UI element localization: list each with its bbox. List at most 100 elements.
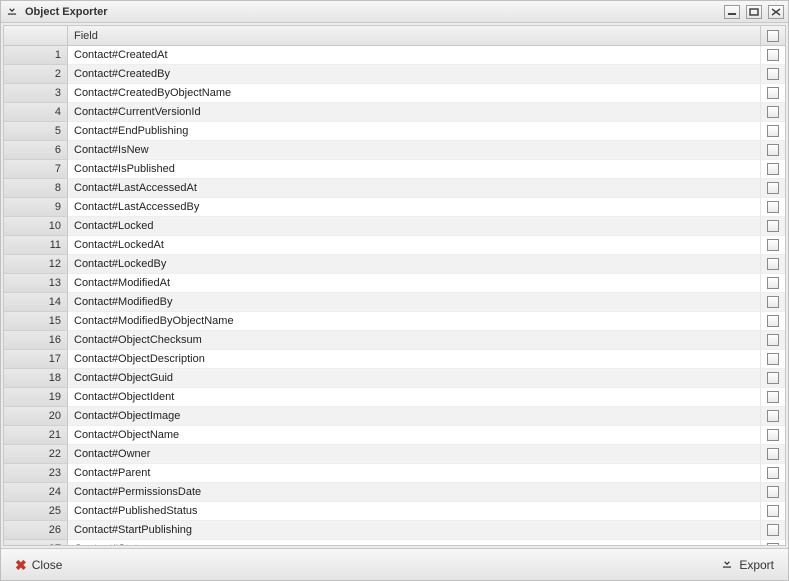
row-checkbox[interactable] xyxy=(767,334,779,346)
row-number-cell[interactable]: 18 xyxy=(4,369,68,388)
field-cell[interactable]: Contact#CreatedAt xyxy=(68,46,761,65)
row-checkbox[interactable] xyxy=(767,106,779,118)
table-row[interactable]: 17Contact#ObjectDescription xyxy=(4,350,785,369)
row-checkbox[interactable] xyxy=(767,201,779,213)
field-cell[interactable]: Contact#CurrentVersionId xyxy=(68,103,761,122)
table-row[interactable]: 7Contact#IsPublished xyxy=(4,160,785,179)
row-checkbox[interactable] xyxy=(767,448,779,460)
row-number-cell[interactable]: 19 xyxy=(4,388,68,407)
table-row[interactable]: 15Contact#ModifiedByObjectName xyxy=(4,312,785,331)
table-row[interactable]: 25Contact#PublishedStatus xyxy=(4,502,785,521)
maximize-button[interactable] xyxy=(746,5,762,19)
field-cell[interactable]: Contact#CreatedBy xyxy=(68,65,761,84)
table-row[interactable]: 26Contact#StartPublishing xyxy=(4,521,785,540)
row-number-cell[interactable]: 21 xyxy=(4,426,68,445)
row-number-cell[interactable]: 1 xyxy=(4,46,68,65)
row-number-cell[interactable]: 16 xyxy=(4,331,68,350)
field-cell[interactable]: Contact#LockedBy xyxy=(68,255,761,274)
table-row[interactable]: 8Contact#LastAccessedAt xyxy=(4,179,785,198)
select-all-header[interactable] xyxy=(761,26,785,45)
field-cell[interactable]: Contact#ModifiedBy xyxy=(68,293,761,312)
field-cell[interactable]: Contact#Owner xyxy=(68,445,761,464)
row-checkbox[interactable] xyxy=(767,524,779,536)
field-cell[interactable]: Contact#ObjectChecksum xyxy=(68,331,761,350)
field-cell[interactable]: Contact#Locked xyxy=(68,217,761,236)
table-row[interactable]: 27Contact#Status xyxy=(4,540,785,545)
table-row[interactable]: 16Contact#ObjectChecksum xyxy=(4,331,785,350)
row-number-cell[interactable]: 27 xyxy=(4,540,68,545)
row-number-header[interactable] xyxy=(4,26,68,45)
field-cell[interactable]: Contact#ObjectGuid xyxy=(68,369,761,388)
field-cell[interactable]: Contact#Parent xyxy=(68,464,761,483)
table-row[interactable]: 12Contact#LockedBy xyxy=(4,255,785,274)
row-number-cell[interactable]: 14 xyxy=(4,293,68,312)
row-number-cell[interactable]: 8 xyxy=(4,179,68,198)
row-checkbox[interactable] xyxy=(767,220,779,232)
row-checkbox[interactable] xyxy=(767,372,779,384)
table-row[interactable]: 9Contact#LastAccessedBy xyxy=(4,198,785,217)
field-cell[interactable]: Contact#IsPublished xyxy=(68,160,761,179)
row-number-cell[interactable]: 4 xyxy=(4,103,68,122)
row-checkbox[interactable] xyxy=(767,391,779,403)
row-checkbox[interactable] xyxy=(767,163,779,175)
row-checkbox[interactable] xyxy=(767,239,779,251)
field-cell[interactable]: Contact#Status xyxy=(68,540,761,545)
row-checkbox[interactable] xyxy=(767,543,779,545)
row-checkbox[interactable] xyxy=(767,144,779,156)
row-number-cell[interactable]: 10 xyxy=(4,217,68,236)
row-checkbox[interactable] xyxy=(767,296,779,308)
row-checkbox[interactable] xyxy=(767,505,779,517)
table-row[interactable]: 23Contact#Parent xyxy=(4,464,785,483)
field-cell[interactable]: Contact#StartPublishing xyxy=(68,521,761,540)
row-number-cell[interactable]: 5 xyxy=(4,122,68,141)
row-number-cell[interactable]: 13 xyxy=(4,274,68,293)
row-checkbox[interactable] xyxy=(767,353,779,365)
field-cell[interactable]: Contact#ModifiedAt xyxy=(68,274,761,293)
row-number-cell[interactable]: 11 xyxy=(4,236,68,255)
field-cell[interactable]: Contact#LastAccessedAt xyxy=(68,179,761,198)
row-number-cell[interactable]: 24 xyxy=(4,483,68,502)
field-column-header[interactable]: Field xyxy=(68,26,761,45)
row-checkbox[interactable] xyxy=(767,410,779,422)
table-row[interactable]: 5Contact#EndPublishing xyxy=(4,122,785,141)
row-number-cell[interactable]: 22 xyxy=(4,445,68,464)
field-cell[interactable]: Contact#CreatedByObjectName xyxy=(68,84,761,103)
row-number-cell[interactable]: 12 xyxy=(4,255,68,274)
table-row[interactable]: 10Contact#Locked xyxy=(4,217,785,236)
export-button[interactable]: Export xyxy=(716,554,778,575)
table-row[interactable]: 19Contact#ObjectIdent xyxy=(4,388,785,407)
row-checkbox[interactable] xyxy=(767,87,779,99)
table-row[interactable]: 24Contact#PermissionsDate xyxy=(4,483,785,502)
row-number-cell[interactable]: 2 xyxy=(4,65,68,84)
grid-body[interactable]: 1Contact#CreatedAt2Contact#CreatedBy3Con… xyxy=(4,46,785,545)
table-row[interactable]: 4Contact#CurrentVersionId xyxy=(4,103,785,122)
table-row[interactable]: 20Contact#ObjectImage xyxy=(4,407,785,426)
row-number-cell[interactable]: 26 xyxy=(4,521,68,540)
close-button[interactable]: ✖ Close xyxy=(11,556,66,574)
field-cell[interactable]: Contact#ObjectImage xyxy=(68,407,761,426)
row-checkbox[interactable] xyxy=(767,467,779,479)
row-number-cell[interactable]: 9 xyxy=(4,198,68,217)
row-checkbox[interactable] xyxy=(767,277,779,289)
row-number-cell[interactable]: 3 xyxy=(4,84,68,103)
minimize-button[interactable] xyxy=(724,5,740,19)
row-number-cell[interactable]: 7 xyxy=(4,160,68,179)
row-number-cell[interactable]: 23 xyxy=(4,464,68,483)
table-row[interactable]: 18Contact#ObjectGuid xyxy=(4,369,785,388)
table-row[interactable]: 1Contact#CreatedAt xyxy=(4,46,785,65)
field-cell[interactable]: Contact#PublishedStatus xyxy=(68,502,761,521)
row-checkbox[interactable] xyxy=(767,182,779,194)
row-number-cell[interactable]: 20 xyxy=(4,407,68,426)
row-checkbox[interactable] xyxy=(767,429,779,441)
field-cell[interactable]: Contact#LastAccessedBy xyxy=(68,198,761,217)
row-checkbox[interactable] xyxy=(767,258,779,270)
field-cell[interactable]: Contact#ObjectName xyxy=(68,426,761,445)
table-row[interactable]: 21Contact#ObjectName xyxy=(4,426,785,445)
select-all-checkbox[interactable] xyxy=(767,30,779,42)
row-checkbox[interactable] xyxy=(767,125,779,137)
row-number-cell[interactable]: 25 xyxy=(4,502,68,521)
row-number-cell[interactable]: 6 xyxy=(4,141,68,160)
table-row[interactable]: 6Contact#IsNew xyxy=(4,141,785,160)
row-checkbox[interactable] xyxy=(767,49,779,61)
field-cell[interactable]: Contact#EndPublishing xyxy=(68,122,761,141)
